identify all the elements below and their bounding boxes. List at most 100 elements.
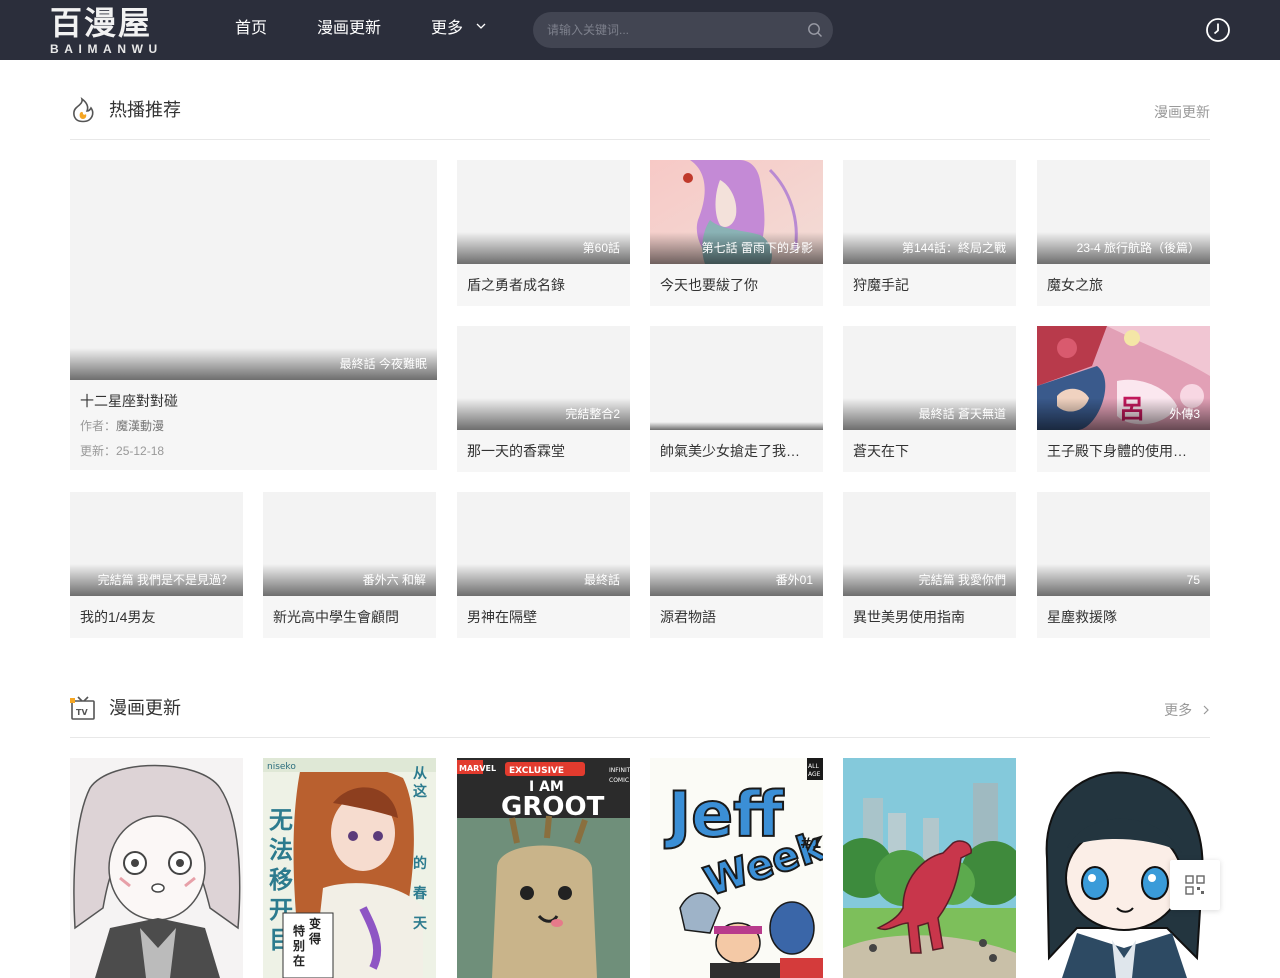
comic-title: 魔女之旅 — [1047, 277, 1103, 293]
svg-text:别: 别 — [292, 939, 305, 953]
svg-text:#1: #1 — [800, 836, 821, 852]
comic-title: 十二星座對對碰 — [80, 393, 178, 409]
cover-image: 第144話：終局之戰 — [843, 160, 1016, 264]
chapter-label: 75 — [1186, 573, 1200, 587]
svg-text:法: 法 — [269, 835, 293, 864]
chapter-label: 23-4 旅行航路（後篇） — [1076, 241, 1200, 255]
qr-code-button[interactable] — [1170, 860, 1220, 910]
cover-image: 最終話 — [457, 492, 630, 596]
update-card[interactable] — [843, 758, 1016, 978]
cover-image: 第七話 雷雨下的身影 — [650, 160, 823, 264]
nav-home[interactable]: 首页 — [235, 18, 267, 40]
clock-icon[interactable] — [1205, 17, 1231, 43]
nav-more[interactable]: 更多 — [431, 18, 487, 40]
logo-chinese: 百漫屋 — [50, 4, 153, 42]
comic-title: 源君物語 — [660, 609, 716, 625]
chapter-label: 番外01 — [775, 573, 813, 587]
site-logo[interactable]: 百漫屋 BAIMANWU — [48, 4, 188, 58]
cover-image: 75 — [1037, 492, 1210, 596]
svg-text:在: 在 — [293, 953, 305, 968]
hot-section-title: 热播推荐 — [109, 100, 181, 120]
hot-section-header: 热播推荐 漫画更新 — [70, 96, 1210, 140]
updated-line: 更新：25-12-18 — [80, 443, 164, 459]
comic-card[interactable]: 23-4 旅行航路（後篇） 魔女之旅 — [1037, 160, 1210, 306]
cover-image: 完結整合2 — [457, 326, 630, 430]
chapter-label: 第七話 雷雨下的身影 — [701, 241, 813, 255]
svg-text:GROOT: GROOT — [501, 792, 605, 822]
comic-card[interactable]: 番外六 和解 新光高中學生會顧問 — [263, 492, 436, 638]
update-card[interactable]: niseko 无 法 移 开 目 从 这 的 春 天 特 别 在 变 得 — [263, 758, 436, 978]
comic-card[interactable]: 帥氣美少女搶走了我的女友 — [650, 326, 823, 472]
chapter-label: 完結篇 我們是不是見過？ — [97, 573, 233, 587]
comic-card[interactable]: 完結篇 我們是不是見過？ 我的1/4男友 — [70, 492, 243, 638]
comic-title: 男神在隔壁 — [467, 609, 537, 625]
svg-text:这: 这 — [413, 783, 427, 800]
search-icon[interactable] — [807, 22, 823, 38]
chapter-label: 完結篇 我愛你們 — [918, 573, 1006, 587]
comic-card[interactable]: 最終話 男神在隔壁 — [457, 492, 630, 638]
svg-text:MARVEL: MARVEL — [459, 764, 496, 773]
updated-label: 更新： — [80, 444, 117, 458]
comic-title: 狩魔手記 — [853, 277, 909, 293]
comic-card[interactable]: 完結整合2 那一天的香霖堂 — [457, 326, 630, 472]
logo-english: BAIMANWU — [50, 42, 163, 56]
tv-icon: TV — [70, 696, 95, 720]
svg-text:特: 特 — [293, 923, 305, 938]
comic-card[interactable]: 最終話 蒼天無道 蒼天在下 — [843, 326, 1016, 472]
comic-title: 那一天的香霖堂 — [467, 443, 565, 459]
author-name[interactable]: 魔漢動漫 — [116, 419, 164, 433]
hot-section-link[interactable]: 漫画更新 — [1154, 103, 1210, 121]
cover-image: 完結篇 我愛你們 — [843, 492, 1016, 596]
update-card[interactable]: MARVEL EXCLUSIVE I AM GROOT INFINITY COM… — [457, 758, 630, 978]
author-line: 作者：魔漢動漫 — [80, 418, 164, 434]
cover-image: 最終話 蒼天無道 — [843, 326, 1016, 430]
comic-card[interactable]: 番外01 源君物語 — [650, 492, 823, 638]
chapter-label: 最終話 今夜難眠 — [339, 357, 427, 371]
comic-card[interactable]: 呂 外傳3 王子殿下身體的使用方法 — [1037, 326, 1210, 472]
svg-text:niseko: niseko — [267, 762, 296, 772]
comic-title: 新光高中學生會顧問 — [273, 609, 399, 625]
update-card[interactable] — [70, 758, 243, 978]
comic-card[interactable]: 第60話 盾之勇者成名錄 — [457, 160, 630, 306]
update-more-label: 更多 — [1164, 702, 1193, 718]
comic-card[interactable]: 第144話：終局之戰 狩魔手記 — [843, 160, 1016, 306]
cover-image: 23-4 旅行航路（後篇） — [1037, 160, 1210, 264]
svg-text:AGE: AGE — [808, 771, 821, 778]
comic-title: 蒼天在下 — [853, 443, 909, 459]
comic-card[interactable]: 第七話 雷雨下的身影 今天也要紱了你 — [650, 160, 823, 306]
cover-image: 最終話 今夜難眠 — [70, 160, 437, 380]
cover-image: 番外六 和解 — [263, 492, 436, 596]
svg-text:INFINITY: INFINITY — [609, 767, 630, 774]
svg-text:从: 从 — [413, 766, 427, 782]
search-box — [533, 12, 833, 48]
cover-image — [650, 326, 823, 430]
svg-text:移: 移 — [269, 865, 293, 894]
chapter-label: 外傳3 — [1169, 407, 1200, 421]
chapter-label: 第60話 — [582, 241, 620, 255]
update-card[interactable]: Jeff Week #1 ALL AGE — [650, 758, 823, 978]
cover-image: 番外01 — [650, 492, 823, 596]
comic-title: 星塵救援隊 — [1047, 609, 1117, 625]
chapter-label: 最終話 — [583, 573, 620, 587]
updated-date: 25-12-18 — [116, 444, 165, 458]
update-section-header: TV 漫画更新 更多 — [70, 694, 1210, 738]
cover-art: niseko 无 法 移 开 目 从 这 的 春 天 特 别 在 变 得 — [263, 758, 436, 978]
top-navbar: 百漫屋 BAIMANWU 首页 漫画更新 更多 — [0, 0, 1280, 60]
update-more-link[interactable]: 更多 — [1164, 701, 1210, 719]
comic-card[interactable]: 75 星塵救援隊 — [1037, 492, 1210, 638]
cover-art: Jeff Week #1 ALL AGE — [650, 758, 823, 978]
comic-title: 盾之勇者成名錄 — [467, 277, 565, 293]
comic-title: 我的1/4男友 — [80, 609, 156, 625]
search-input[interactable] — [547, 20, 797, 40]
svg-text:无: 无 — [269, 805, 293, 834]
nav-manga-update[interactable]: 漫画更新 — [317, 18, 381, 40]
author-label: 作者： — [80, 419, 117, 433]
chapter-label: 最終話 蒼天無道 — [918, 407, 1006, 421]
cover-image: 第60話 — [457, 160, 630, 264]
comic-title: 異世美男使用指南 — [853, 609, 965, 625]
svg-text:TV: TV — [76, 708, 88, 717]
cover-art — [843, 758, 1016, 978]
comic-card[interactable]: 完結篇 我愛你們 異世美男使用指南 — [843, 492, 1016, 638]
qr-code-icon — [1185, 875, 1205, 895]
featured-card[interactable]: 最終話 今夜難眠 十二星座對對碰 作者：魔漢動漫 更新：25-12-18 — [70, 160, 437, 470]
